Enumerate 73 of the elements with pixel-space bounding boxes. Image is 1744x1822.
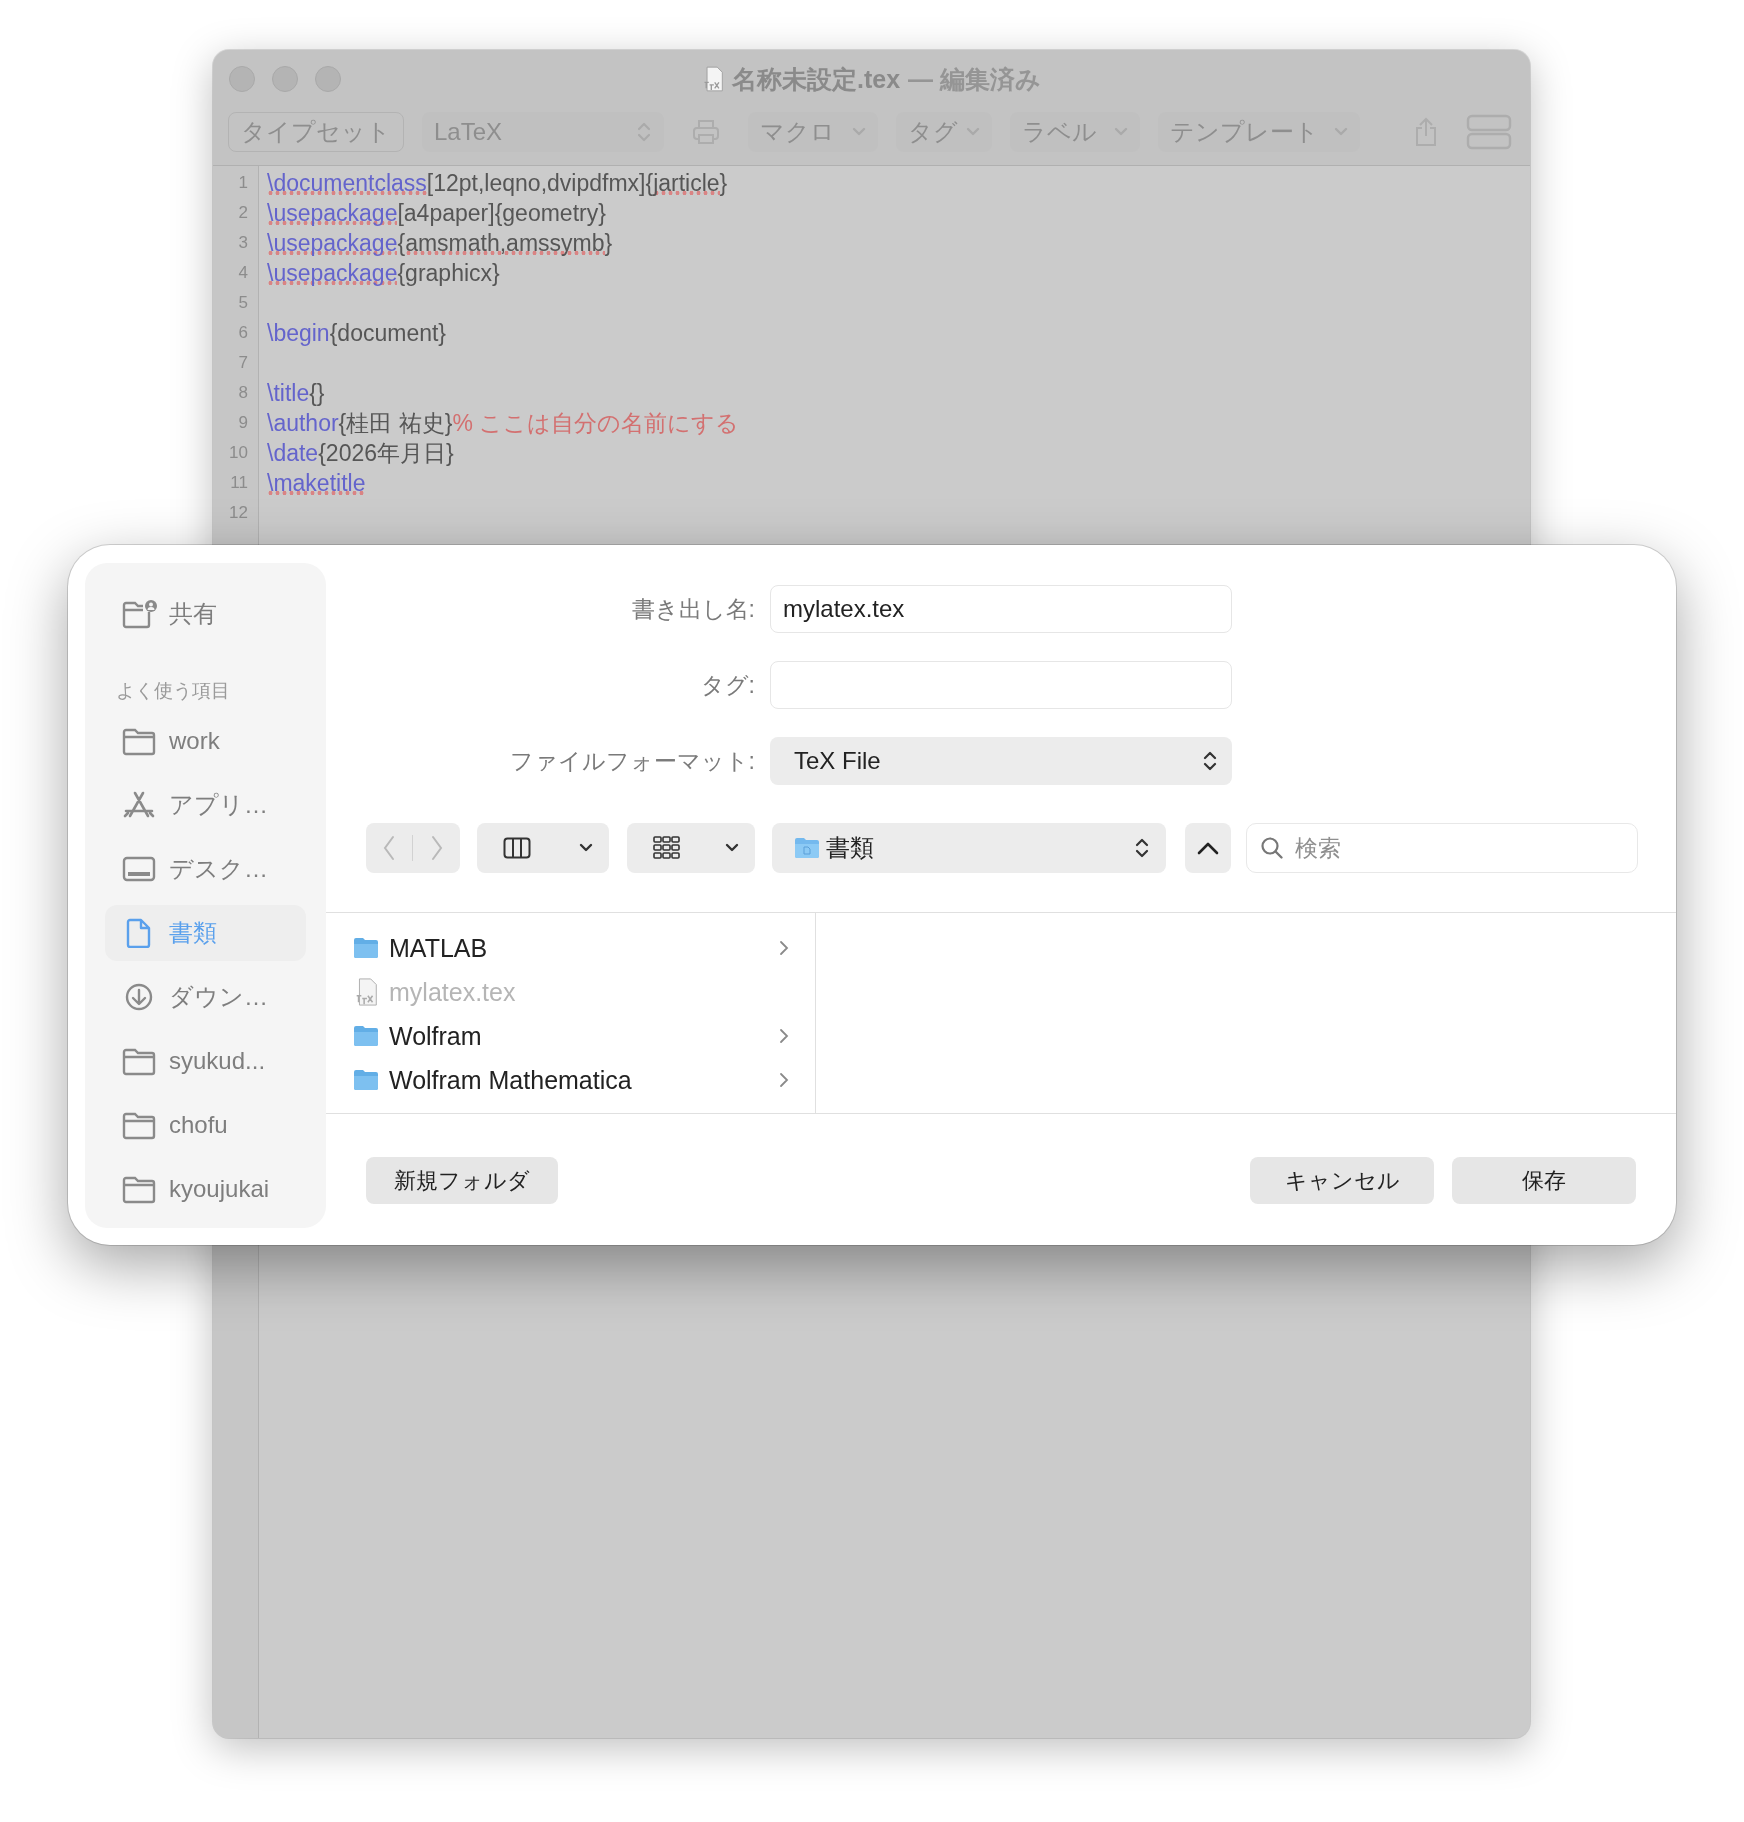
location-popup[interactable]: 書類 (772, 823, 1166, 873)
group-button[interactable] (627, 823, 755, 873)
parent-folder-button[interactable] (1185, 823, 1231, 873)
code-line: \title{} (267, 379, 326, 408)
new-folder-button[interactable]: 新規フォルダ (366, 1157, 558, 1204)
line-number: 11 (229, 472, 249, 494)
app-store-icon (121, 790, 157, 820)
chevron-right-icon (779, 1028, 789, 1044)
search-field[interactable]: 検索 (1246, 823, 1638, 873)
line-number: 4 (237, 262, 249, 284)
folder-icon (794, 837, 820, 859)
line-number: 2 (237, 202, 249, 224)
sidebar-item[interactable]: 共有 (105, 586, 306, 642)
file-row[interactable]: MATLAB (326, 926, 815, 970)
field-label: ファイルフォーマット: (508, 746, 755, 776)
window-title: 名称未設定.tex (731, 63, 901, 95)
sidebar-item[interactable]: chofu (105, 1097, 306, 1153)
sidebar-item[interactable]: syukud... (105, 1033, 306, 1089)
forward-icon (429, 835, 444, 861)
field-label: 書き出し名: (630, 594, 755, 624)
code-line: \usepackage[a4paper]{geometry} (267, 199, 607, 228)
input-field[interactable]: mylatex.tex (770, 585, 1232, 633)
chevron-icon (579, 843, 593, 853)
line-number: 5 (237, 292, 249, 314)
folder-icon (121, 1046, 157, 1076)
code-line: \date{2026年月日} (267, 439, 455, 468)
code-line: \documentclass[12pt,leqno,dvipdfmx]{jarticle} (267, 169, 729, 198)
code-line: \begin{document} (267, 319, 448, 348)
back-icon (382, 835, 397, 861)
folder-icon (121, 1110, 157, 1140)
columns-icon (503, 837, 531, 859)
window-button[interactable] (315, 66, 341, 92)
file-row[interactable]: Wolfram Mathematica (326, 1058, 815, 1102)
window-button[interactable] (229, 66, 255, 92)
desktop-icon (121, 854, 157, 884)
search-icon (1260, 836, 1284, 860)
chevron-icon (725, 843, 739, 853)
folder-icon (121, 726, 157, 756)
sidebar-item[interactable]: デスク… (105, 841, 306, 897)
view-mode-button[interactable] (477, 823, 609, 873)
chevron-up-icon (1197, 841, 1219, 855)
format-popup[interactable]: TeX File (770, 737, 1232, 785)
line-number: 10 (228, 442, 249, 464)
updown-icon (1134, 838, 1150, 858)
line-number: 1 (237, 172, 249, 194)
code-line: \author{桂田 祐史}% ここは自分の名前にする (267, 409, 740, 438)
save-button[interactable]: 保存 (1452, 1157, 1636, 1204)
line-number: 12 (228, 502, 249, 524)
cancel-button[interactable]: キャンセル (1250, 1157, 1434, 1204)
folder-icon (121, 1174, 157, 1204)
line-number: 8 (237, 382, 249, 404)
line-number: 7 (237, 352, 249, 374)
line-number: 6 (237, 322, 249, 344)
sidebar-item[interactable]: work (105, 713, 306, 769)
file-row[interactable]: Wolfram (326, 1014, 815, 1058)
sidebar-item[interactable]: ダウン… (105, 969, 306, 1025)
input-field[interactable] (770, 661, 1232, 709)
sidebar-section-header: よく使う項目 (115, 679, 231, 700)
updown-icon (1202, 751, 1218, 771)
line-number: 3 (237, 232, 249, 254)
chevron-right-icon (779, 1072, 789, 1088)
line-number: 9 (237, 412, 249, 434)
sidebar-item[interactable]: アプリ… (105, 777, 306, 833)
folder-icon (353, 1069, 379, 1091)
chevron-right-icon (779, 940, 789, 956)
sidebar-item[interactable]: kyoujukai (105, 1161, 306, 1217)
folder-icon (353, 1025, 379, 1047)
grid-icon (653, 836, 681, 860)
field-label: タグ: (699, 670, 755, 700)
sidebar-item[interactable]: 書類 (105, 905, 306, 961)
shared-folder-icon (121, 599, 157, 629)
window-button[interactable] (272, 66, 298, 92)
folder-icon (353, 937, 379, 959)
